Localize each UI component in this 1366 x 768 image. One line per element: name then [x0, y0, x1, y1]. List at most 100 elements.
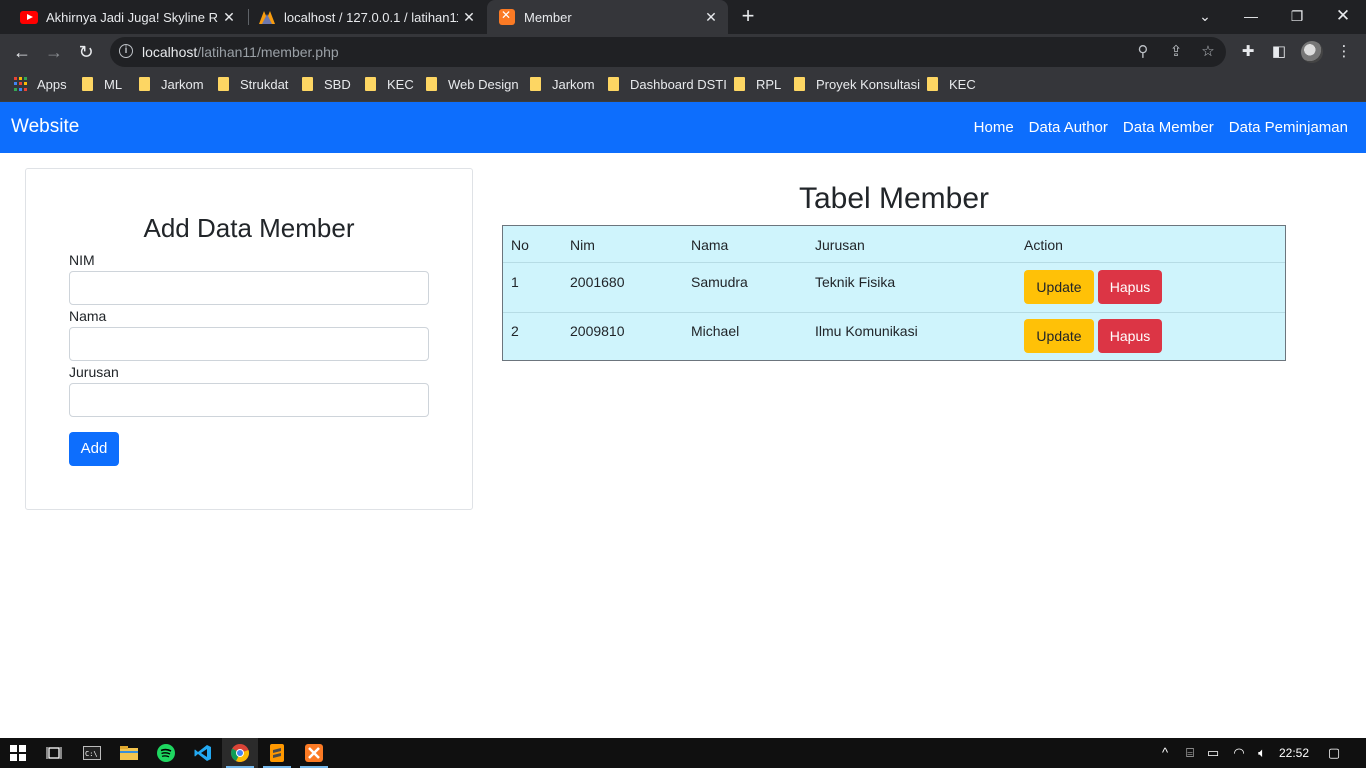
jurusan-input[interactable]: [69, 383, 429, 417]
tab-title: Akhirnya Jadi Juga! Skyline R-34 |: [46, 9, 218, 25]
tab-youtube[interactable]: Akhirnya Jadi Juga! Skyline R-34 | ✕: [10, 0, 246, 34]
update-button[interactable]: Update: [1024, 270, 1094, 304]
tab-strip: Akhirnya Jadi Juga! Skyline R-34 | ✕ loc…: [0, 0, 1366, 34]
folder-icon: [794, 77, 805, 91]
restore-button[interactable]: ❐: [1274, 0, 1320, 34]
folder-icon: [218, 77, 229, 91]
windows-start-icon[interactable]: [0, 738, 36, 768]
forward-arrow-icon[interactable]: →: [41, 39, 67, 65]
notification-icon[interactable]: ▢: [1322, 738, 1346, 768]
bookmark-folder[interactable]: Dashboard DSTI: [608, 70, 727, 98]
tab-separator: [248, 9, 249, 25]
folder-icon: [139, 77, 150, 91]
close-tab-icon[interactable]: ✕: [460, 8, 478, 26]
back-arrow-icon[interactable]: ←: [9, 39, 35, 65]
chevron-up-icon[interactable]: ^: [1156, 738, 1174, 768]
bookmark-folder[interactable]: KEC: [927, 70, 976, 98]
bookmark-label: Strukdat: [240, 76, 289, 92]
bookmark-folder[interactable]: SBD: [302, 70, 351, 98]
table-row: 2 2009810 Michael Ilmu Komunikasi Update…: [503, 313, 1285, 361]
header-nim: Nim: [570, 237, 595, 253]
volume-icon[interactable]: 🔈︎: [1251, 738, 1273, 768]
navbar-brand[interactable]: Website: [11, 116, 79, 138]
delete-button[interactable]: Hapus: [1098, 319, 1162, 353]
folder-icon: [608, 77, 619, 91]
nama-label: Nama: [69, 308, 107, 324]
chrome-taskbar-icon[interactable]: [222, 738, 258, 768]
camera-icon[interactable]: ⌸: [1180, 738, 1200, 768]
bookmark-folder[interactable]: Strukdat: [218, 70, 288, 98]
member-table: No Nim Nama Jurusan Action 1 2001680 Sam…: [502, 225, 1286, 361]
vscode-icon[interactable]: [185, 738, 221, 768]
header-jurusan: Jurusan: [815, 237, 865, 253]
tab-search-button[interactable]: ⌄: [1182, 0, 1228, 34]
clock[interactable]: 22:52: [1276, 738, 1312, 768]
bookmark-folder[interactable]: Jarkom: [530, 70, 595, 98]
menu-icon[interactable]: ⋮: [1333, 41, 1355, 63]
bookmark-folder[interactable]: Jarkom: [139, 70, 204, 98]
close-window-button[interactable]: ✕: [1320, 0, 1366, 34]
share-icon[interactable]: ⇪: [1166, 42, 1186, 62]
add-button[interactable]: Add: [69, 432, 119, 466]
nama-input[interactable]: [69, 327, 429, 361]
close-tab-icon[interactable]: ✕: [220, 8, 238, 26]
phpmyadmin-icon: [259, 11, 275, 24]
bookmark-label: KEC: [387, 76, 414, 92]
folder-icon: [302, 77, 313, 91]
file-explorer-icon[interactable]: [111, 738, 147, 768]
wifi-icon[interactable]: ◠: [1228, 738, 1250, 768]
spotify-icon[interactable]: [148, 738, 184, 768]
header-nama: Nama: [691, 237, 729, 253]
url-text[interactable]: localhost/latihan11/member.php: [142, 44, 339, 60]
header-action: Action: [1024, 237, 1063, 253]
profile-avatar[interactable]: [1301, 41, 1323, 63]
tab-member[interactable]: Member ✕: [487, 0, 728, 34]
nav-link-data-peminjaman[interactable]: Data Peminjaman: [1229, 119, 1348, 136]
tab-title: Member: [524, 9, 572, 25]
folder-icon: [530, 77, 541, 91]
tab-title: localhost / 127.0.0.1 / latihan11 /: [284, 9, 458, 25]
new-tab-button[interactable]: +: [737, 5, 759, 27]
bookmark-folder[interactable]: ML: [82, 70, 122, 98]
add-member-card: Add Data Member NIM Nama Jurusan Add: [25, 168, 473, 510]
close-tab-icon[interactable]: ✕: [702, 8, 720, 26]
terminal-icon[interactable]: C:\: [74, 738, 110, 768]
folder-icon: [734, 77, 745, 91]
browser-toolbar: ← → ↻ i localhost/latihan11/member.php ⚲…: [0, 34, 1366, 70]
task-view-icon[interactable]: [36, 738, 72, 768]
nav-link-data-member[interactable]: Data Member: [1123, 119, 1214, 136]
side-panel-icon[interactable]: ◧: [1268, 41, 1290, 63]
site-info-icon[interactable]: i: [119, 44, 133, 58]
nim-label: NIM: [69, 252, 95, 268]
folder-icon: [426, 77, 437, 91]
update-button[interactable]: Update: [1024, 319, 1094, 353]
bookmark-folder[interactable]: RPL: [734, 70, 781, 98]
table-row: 1 2001680 Samudra Teknik Fisika Update H…: [503, 263, 1285, 313]
bookmark-label: Apps: [37, 76, 67, 92]
battery-icon[interactable]: ▭: [1203, 738, 1223, 768]
bookmark-label: Jarkom: [161, 76, 204, 92]
address-bar[interactable]: i localhost/latihan11/member.php ⚲ ⇪ ☆: [110, 37, 1226, 67]
nav-link-data-author[interactable]: Data Author: [1029, 119, 1108, 136]
tab-phpmyadmin[interactable]: localhost / 127.0.0.1 / latihan11 / ✕: [250, 0, 486, 34]
bookmark-label: Web Design: [448, 76, 519, 92]
url-path: /latihan11/member.php: [197, 44, 339, 60]
nav-link-home[interactable]: Home: [974, 119, 1014, 136]
bookmark-apps[interactable]: Apps: [14, 70, 67, 98]
bookmark-label: Dashboard DSTI: [630, 76, 727, 92]
zoom-icon[interactable]: ⚲: [1133, 42, 1153, 62]
xampp-taskbar-icon[interactable]: [296, 738, 332, 768]
extensions-icon[interactable]: ✚: [1237, 41, 1259, 63]
bookmark-star-icon[interactable]: ☆: [1198, 42, 1218, 62]
delete-button[interactable]: Hapus: [1098, 270, 1162, 304]
table-title: Tabel Member: [798, 182, 990, 215]
jurusan-label: Jurusan: [69, 364, 119, 380]
bookmark-folder[interactable]: KEC: [365, 70, 414, 98]
sublime-text-icon[interactable]: [259, 738, 295, 768]
bookmark-folder[interactable]: Web Design: [426, 70, 519, 98]
reload-icon[interactable]: ↻: [73, 39, 99, 65]
minimize-button[interactable]: —: [1228, 0, 1274, 34]
nim-input[interactable]: [69, 271, 429, 305]
youtube-icon: [20, 10, 38, 24]
bookmark-folder[interactable]: Proyek Konsultasi: [794, 70, 920, 98]
